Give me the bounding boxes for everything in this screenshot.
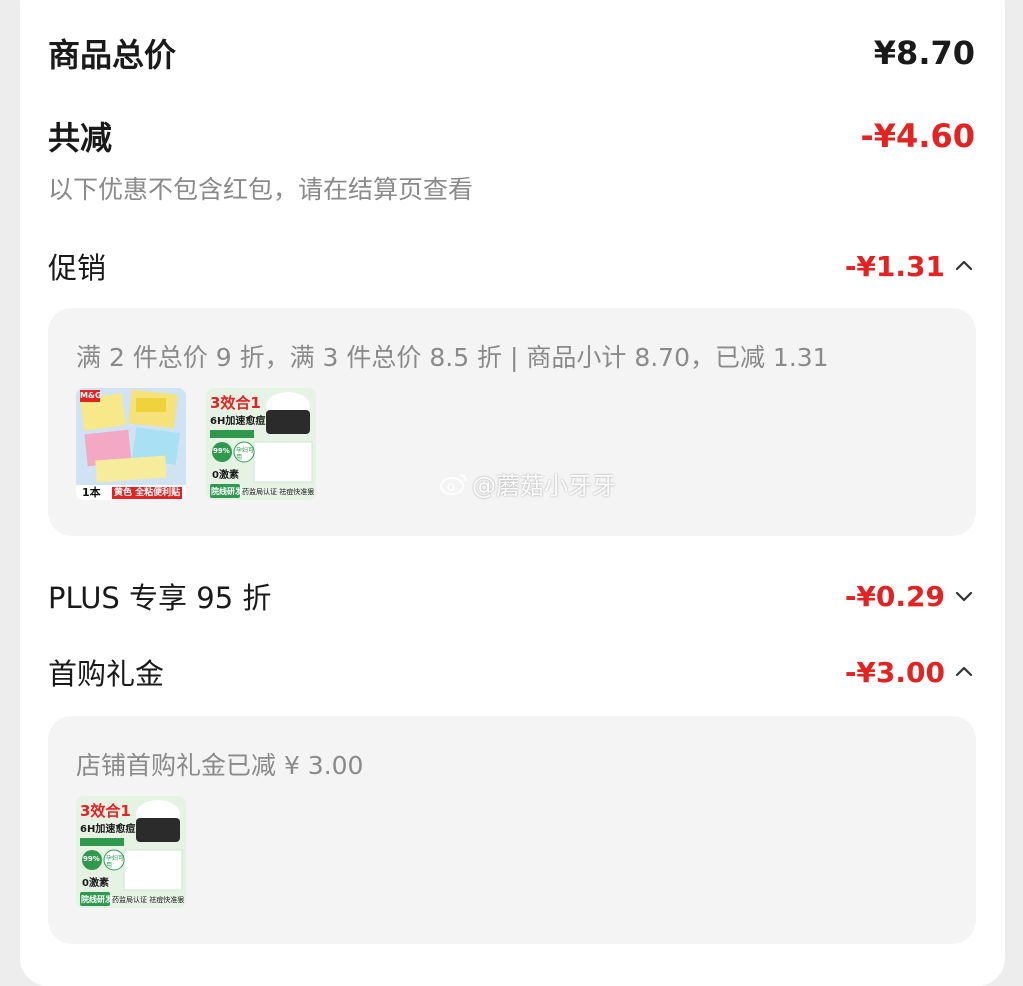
plus-label: PLUS 专享 95 折: [48, 581, 272, 615]
total-price-value: ¥8.70: [873, 34, 975, 72]
cream-bottom-tag: 院线研发: [211, 487, 243, 496]
first-purchase-detail-text: 店铺首购礼金已减 ¥ 3.00: [76, 751, 364, 780]
cream-bottom-text: 药监局认证 祛痘快准狠: [112, 896, 185, 904]
promo-row-first-purchase[interactable]: 首购礼金 -¥3.00: [48, 652, 975, 692]
chevron-down-icon[interactable]: [953, 585, 975, 607]
first-purchase-detail-panel: 店铺首购礼金已减 ¥ 3.00 3效合1 6H加速愈痘 99% 孕妇可用 0激素…: [48, 716, 976, 944]
cream-bottom-text: 药监局认证 祛痘快准狠: [242, 488, 315, 496]
sticky-badge: 1本: [82, 486, 101, 499]
promo-row-plus[interactable]: PLUS 专享 95 折 -¥0.29: [48, 576, 975, 616]
cream-badge-pct: 99%: [213, 447, 230, 455]
chevron-up-icon[interactable]: [953, 661, 975, 683]
first-purchase-label: 首购礼金: [48, 657, 165, 691]
plus-value: -¥0.29: [844, 579, 945, 613]
product-thumb-acne-cream[interactable]: 3效合1 6H加速愈痘 99% 孕妇可用 0激素 院线研发 药监局认证 祛痘快准…: [206, 388, 316, 500]
cream-badge-text: 孕妇可用: [236, 447, 255, 461]
total-price-label: 商品总价: [48, 36, 177, 74]
cream-headline: 3效合1: [80, 802, 131, 820]
product-thumb-sticky-notes[interactable]: M&G 1本 黄色 全粘便利贴: [76, 388, 186, 500]
sticky-notes-image: [76, 388, 186, 500]
total-discount-label: 共减: [48, 119, 113, 157]
cream-bottom-tag: 院线研发: [81, 895, 113, 904]
cream-badge-pct: 99%: [83, 855, 100, 863]
watermark-text: @蘑菇小牙牙: [472, 472, 616, 500]
total-discount-value: -¥4.60: [860, 117, 976, 155]
total-price-row: 商品总价 ¥8.70: [48, 30, 975, 76]
sticky-tag: 黄色 全粘便利贴: [114, 488, 181, 498]
total-discount-row: 共减 -¥4.60: [48, 113, 975, 159]
promo-label: 促销: [48, 251, 107, 285]
cream-zero: 0激素: [212, 470, 239, 481]
weibo-watermark: @蘑菇小牙牙: [440, 466, 616, 501]
promo-detail-text: 满 2 件总价 9 折，满 3 件总价 8.5 折 | 商品小计 8.70，已减…: [76, 343, 829, 372]
brand-logo: M&G: [80, 391, 102, 400]
cream-headline: 3效合1: [210, 394, 261, 412]
first-purchase-value: -¥3.00: [844, 655, 945, 689]
promo-value: -¥1.31: [844, 249, 945, 283]
cream-badge-text: 孕妇可用: [106, 855, 125, 869]
weibo-icon: [440, 473, 467, 495]
promo-detail-panel: 满 2 件总价 9 折，满 3 件总价 8.5 折 | 商品小计 8.70，已减…: [48, 308, 976, 536]
chevron-up-icon[interactable]: [953, 255, 975, 277]
promo-row-sale[interactable]: 促销 -¥1.31: [48, 246, 975, 286]
discount-note: 以下优惠不包含红包，请在结算页查看: [48, 175, 474, 204]
product-thumb-acne-cream[interactable]: 3效合1 6H加速愈痘 99% 孕妇可用 0激素 院线研发 药监局认证 祛痘快准…: [76, 796, 186, 908]
cream-subline: 6H加速愈痘: [210, 416, 266, 427]
cream-zero: 0激素: [82, 878, 109, 889]
cream-subline: 6H加速愈痘: [80, 824, 136, 835]
